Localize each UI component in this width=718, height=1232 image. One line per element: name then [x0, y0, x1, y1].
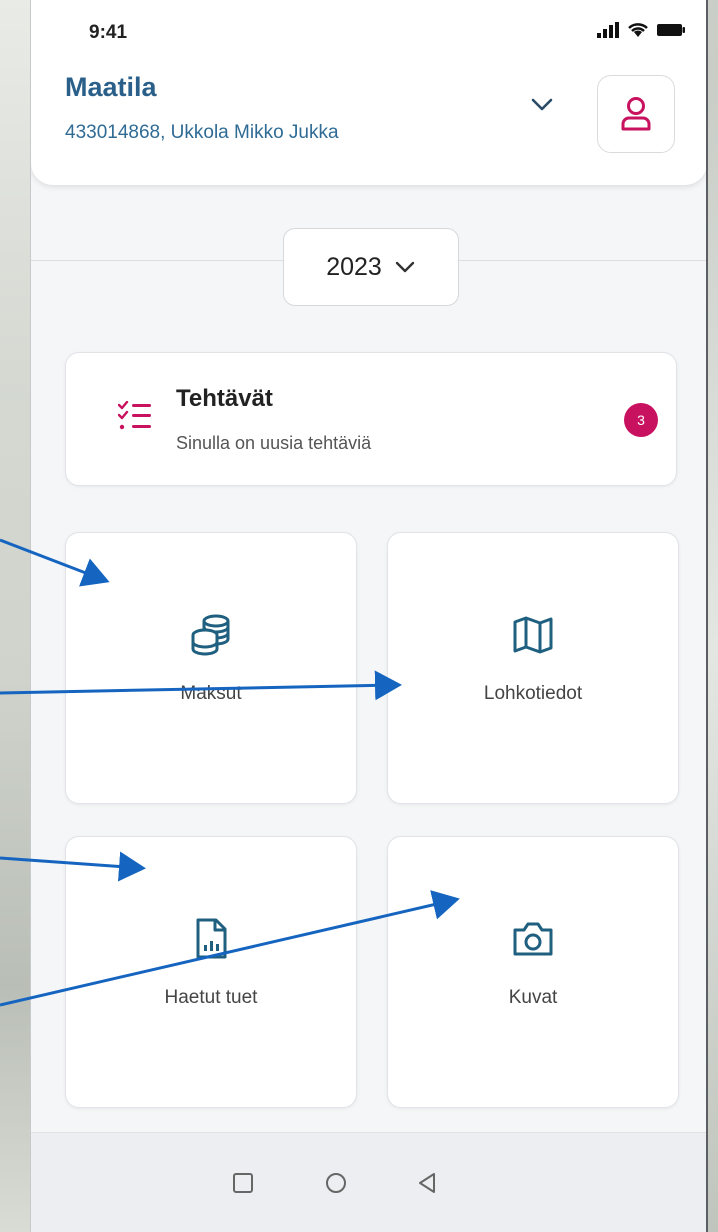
recent-apps-button[interactable]: [223, 1163, 263, 1203]
system-nav-bar: [31, 1132, 706, 1232]
battery-icon: [657, 24, 685, 36]
square-icon: [233, 1173, 253, 1193]
payments-label: Maksut: [180, 683, 242, 704]
images-tile[interactable]: Kuvat: [387, 836, 679, 1108]
farm-subtitle: 433014868, Ukkola Mikko Jukka: [65, 122, 339, 143]
images-label: Kuvat: [508, 987, 558, 1008]
year-select[interactable]: 2023: [283, 228, 459, 306]
coins-icon: [191, 614, 230, 656]
profile-button[interactable]: [597, 75, 675, 153]
wifi-icon: [628, 23, 648, 37]
back-button[interactable]: [407, 1163, 447, 1203]
header-card: 9:41 Maatila 433014868, Ukkola Mikko Juk…: [31, 0, 706, 185]
tasks-subtitle: Sinulla on uusia tehtäviä: [176, 433, 372, 453]
parcels-tile[interactable]: Lohkotiedot: [387, 532, 679, 804]
signal-icon: [597, 22, 619, 38]
document-chart-icon: [196, 918, 227, 959]
user-icon: [621, 97, 651, 131]
camera-icon: [513, 922, 553, 956]
home-button[interactable]: [316, 1163, 356, 1203]
farm-title[interactable]: Maatila: [65, 72, 157, 103]
circle-icon: [326, 1173, 346, 1193]
checklist-icon: [118, 401, 151, 430]
applied-subsidies-tile[interactable]: Haetut tuet: [65, 836, 357, 1108]
phone-screen: 9:41 Maatila 433014868, Ukkola Mikko Juk…: [30, 0, 708, 1232]
status-time: 9:41: [89, 22, 128, 43]
tasks-title: Tehtävät: [176, 385, 273, 412]
parcels-label: Lohkotiedot: [483, 683, 583, 704]
applied-subsidies-label: Haetut tuet: [164, 987, 258, 1008]
chevron-down-icon[interactable]: [527, 92, 557, 116]
year-value: 2023: [326, 252, 382, 281]
triangle-back-icon: [419, 1173, 435, 1193]
tasks-card[interactable]: Tehtävät Sinulla on uusia tehtäviä 3: [65, 352, 677, 486]
payments-tile[interactable]: Maksut: [65, 532, 357, 804]
status-icons: [597, 22, 685, 38]
chevron-down-icon: [395, 261, 415, 273]
tasks-count-badge: 3: [624, 403, 658, 437]
map-icon: [513, 616, 553, 654]
